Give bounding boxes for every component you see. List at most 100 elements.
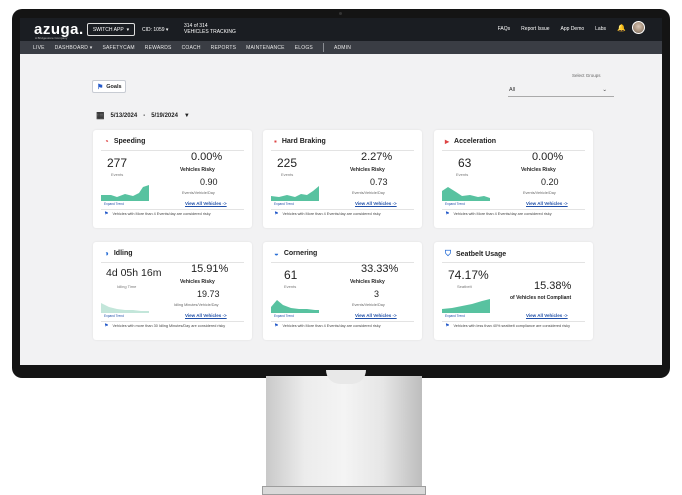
- switch-app-button[interactable]: SWITCH APP ▾: [87, 23, 135, 36]
- risk-note: ⚑ Vehicles with less than 40% seatbelt c…: [445, 324, 587, 329]
- card-title-text: Hard Braking: [281, 138, 326, 145]
- nav-maintenance[interactable]: MAINTENANCE: [246, 45, 285, 51]
- risk-note-text: Vehicles with More than 4 Events/day are…: [453, 212, 552, 216]
- expand-trend-link[interactable]: Expand Trend: [445, 314, 465, 318]
- divider: [271, 209, 414, 210]
- nav-dashboard-label: DASHBOARD: [54, 44, 89, 51]
- divider: [101, 209, 244, 210]
- view-all-vehicles-link[interactable]: View All Vehicles ->: [526, 201, 568, 206]
- expand-trend-link[interactable]: Expand Trend: [274, 202, 294, 206]
- rate-value: 0.20: [541, 177, 559, 187]
- events-count: 63: [458, 156, 472, 170]
- nav-divider: [322, 43, 324, 52]
- divider: [101, 321, 244, 322]
- chevron-down-icon: ⌄: [602, 86, 607, 93]
- view-all-vehicles-link[interactable]: View All Vehicles ->: [185, 313, 227, 318]
- rate-label: Events/Vehicle/Day: [352, 191, 385, 195]
- flag-icon: ⚑: [445, 211, 450, 217]
- chevron-down-icon: ▾: [89, 44, 93, 51]
- card-title-text: Seatbelt Usage: [456, 250, 507, 258]
- risky-percent: 33.33%: [361, 263, 399, 275]
- events-count: 277: [107, 156, 128, 170]
- trend-sparkline[interactable]: [271, 183, 319, 201]
- rate-label: Events/Vehicle/Day: [523, 191, 556, 195]
- cornering-icon: ◒: [274, 249, 279, 258]
- risk-note-text: Vehicles with More than 4 Events/day are…: [282, 324, 381, 328]
- risk-note-text: Vehicles with More than 4 Events/day are…: [112, 212, 211, 216]
- avatar[interactable]: [632, 21, 645, 34]
- trend-sparkline[interactable]: [271, 295, 319, 313]
- nav-safetycam[interactable]: SAFETYCAM: [102, 45, 134, 51]
- view-all-vehicles-link[interactable]: View All Vehicles ->: [526, 313, 568, 318]
- nav-rewards[interactable]: REWARDS: [145, 45, 172, 51]
- nav-coach[interactable]: COACH: [182, 45, 201, 51]
- nav-admin[interactable]: ADMIN: [334, 45, 351, 51]
- bell-icon[interactable]: 🔔: [617, 24, 626, 32]
- chevron-down-icon: ▾: [165, 27, 169, 33]
- view-all-vehicles-link[interactable]: View All Vehicles ->: [355, 201, 397, 206]
- expand-trend-link[interactable]: Expand Trend: [104, 202, 124, 206]
- divider: [442, 209, 585, 210]
- risk-note: ⚑ Vehicles with More than 4 Events/day a…: [445, 212, 587, 217]
- risk-note: ⚑ Vehicles with More than 4 Events/day a…: [274, 212, 416, 217]
- view-all-vehicles-link[interactable]: View All Vehicles ->: [185, 201, 227, 206]
- date-start: 5/13/2024: [110, 112, 138, 119]
- switch-app-label: SWITCH APP: [92, 26, 124, 33]
- rate-value: 19.73: [197, 289, 220, 299]
- card-title-text: Cornering: [283, 250, 318, 257]
- divider: [442, 262, 585, 263]
- nav-reports[interactable]: REPORTS: [211, 45, 236, 51]
- calendar-icon: ▦: [96, 110, 105, 120]
- goals-button[interactable]: ⚑ Goals: [92, 80, 126, 93]
- idling-icon: ◑: [104, 249, 109, 258]
- trend-sparkline[interactable]: [442, 295, 490, 313]
- seatbelt-icon: ⛉: [445, 249, 451, 258]
- monitor-stand: [266, 376, 422, 495]
- flag-icon: ⚑: [445, 323, 450, 329]
- webcam: [339, 12, 342, 15]
- nav-dashboard[interactable]: DASHBOARD ▾: [55, 45, 93, 51]
- trend-sparkline[interactable]: [101, 183, 149, 201]
- trend-sparkline[interactable]: [442, 183, 490, 201]
- risky-percent: 15.91%: [191, 263, 229, 275]
- group-select[interactable]: All ⌄: [508, 83, 614, 97]
- flag-icon: ⚑: [97, 83, 104, 91]
- card-title: ▪ Hard Braking: [274, 137, 326, 146]
- expand-trend-link[interactable]: Expand Trend: [445, 202, 465, 206]
- cid-selector[interactable]: CID: 1059 ▾: [142, 27, 168, 33]
- risk-note-text: Vehicles with more than 30 Idling Minute…: [112, 324, 226, 328]
- card-title: ⛉ Seatbelt Usage: [445, 249, 506, 259]
- card-title-text: Speeding: [113, 138, 146, 145]
- risky-label: Vehicles Risky: [180, 167, 215, 173]
- nav-live[interactable]: LIVE: [33, 45, 45, 51]
- card-seatbelt-usage: ⛉ Seatbelt Usage 74.17% Seatbelt 15.38% …: [434, 242, 593, 340]
- card-acceleration: ▸ Acceleration 63 Events 0.00% Vehicles …: [434, 130, 593, 228]
- expand-trend-link[interactable]: Expand Trend: [274, 314, 294, 318]
- events-count: 225: [277, 156, 298, 170]
- idling-time-label: Idling Time: [117, 284, 137, 289]
- faqs-link[interactable]: FAQs: [498, 26, 511, 32]
- expand-trend-link[interactable]: Expand Trend: [104, 314, 124, 318]
- idling-time: 4d 05h 16m: [106, 267, 162, 279]
- main-nav: LIVE DASHBOARD ▾ SAFETYCAM REWARDS COACH…: [20, 41, 662, 54]
- flag-icon: ⚑: [274, 211, 279, 217]
- card-title-text: Idling: [113, 250, 133, 257]
- trend-sparkline[interactable]: [101, 295, 149, 313]
- report-issue-link[interactable]: Report Issue: [521, 26, 549, 32]
- brake-icon: ▪: [274, 137, 277, 146]
- view-all-vehicles-link[interactable]: View All Vehicles ->: [355, 313, 397, 318]
- app-demo-link[interactable]: App Demo: [561, 26, 585, 32]
- vehicles-label: VEHICLES TRACKING: [184, 29, 236, 35]
- labs-link[interactable]: Labs: [595, 26, 606, 32]
- date-range-picker[interactable]: ▦ 5/13/2024 - 5/19/2024 ▼: [96, 110, 190, 121]
- vehicles-tracking: 314 of 314 VEHICLES TRACKING: [184, 23, 236, 35]
- risky-label: Vehicles Risky: [521, 167, 556, 173]
- seatbelt-label: Seatbelt: [457, 284, 472, 289]
- app-screen: azuga. A Bridgestone Company SWITCH APP …: [20, 18, 662, 365]
- nav-elogs[interactable]: ELOGS: [295, 45, 313, 51]
- risky-percent: 2.27%: [361, 151, 393, 163]
- seatbelt-percent: 74.17%: [448, 268, 489, 282]
- flag-icon: ⚑: [274, 323, 279, 329]
- card-title: ▸ Acceleration: [445, 137, 496, 146]
- risky-label: Vehicles Risky: [350, 279, 385, 285]
